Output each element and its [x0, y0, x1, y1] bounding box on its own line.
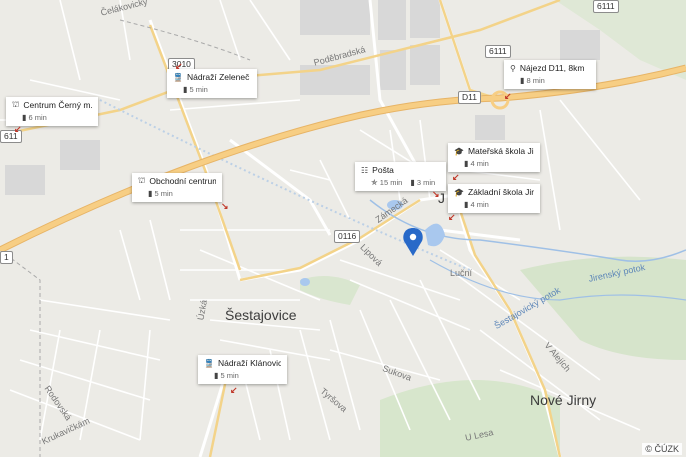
cart-icon: ⛫ [12, 100, 20, 109]
poi-card-nadrazi-zelenec[interactable]: 🚆 Nádraží Zeleneč ▮ 5 min [167, 69, 257, 98]
poi-time-walk: ✯ 15 min [371, 178, 403, 187]
poi-title: Pošta [372, 165, 394, 175]
town-label-sestajovice: Šestajovice [225, 307, 297, 323]
poi-title: Mateřská škola Ji... [467, 146, 534, 156]
poi-card-zakladni-skola[interactable]: 🎓Základní škola Jirny ▮ 4 min [448, 184, 540, 213]
poi-card-centrum-cerny-most[interactable]: ⛫ Centrum Černý m... ▮ 6 min [6, 97, 98, 126]
map-view[interactable]: Šestajovice Nové Jirny J Čelákovický Pod… [0, 0, 686, 457]
road-badge-d11: D11 [458, 91, 481, 104]
poi-card-posta[interactable]: ☷ Pošta ✯ 15 min ▮ 3 min [355, 162, 446, 191]
poi-card-obchodni-centrum[interactable]: ⛫ Obchodní centrum ▮ 5 min [132, 173, 222, 202]
school-icon: 🎓 [454, 146, 464, 156]
poi-time-car: ▮ 3 min [410, 178, 436, 187]
direction-arrow-icon: ↙ [175, 61, 183, 71]
poi-time: ▮ 8 min [520, 76, 545, 85]
post-icon: ☷ [361, 165, 369, 175]
direction-arrow-icon: ↘ [432, 189, 440, 199]
direction-arrow-icon: ↙ [230, 385, 238, 395]
car-icon: ▮ [464, 200, 469, 209]
town-label-nove-jirny: Nové Jirny [530, 392, 597, 408]
poi-card-najezd-d11[interactable]: ⚲ Nájezd D11, 8km ▮ 8 min [504, 60, 596, 89]
road-badge-6111: 6111 [485, 45, 511, 58]
poi-time: ▮ 4 min [464, 159, 489, 168]
direction-arrow-icon: ↙ [448, 212, 456, 222]
direction-arrow-icon: ↙ [504, 91, 512, 101]
poi-title: Základní škola Jirny [467, 187, 534, 197]
road-badge-0116: 0116 [334, 230, 361, 243]
copyright-notice: © ČÚZK [642, 443, 682, 455]
direction-arrow-icon: ↙ [14, 124, 22, 134]
train-icon: 🚆 [173, 72, 183, 82]
school-icon: 🎓 [454, 187, 464, 197]
poi-card-materska-skola[interactable]: 🎓 Mateřská škola Ji... ▮ 4 min [448, 143, 540, 172]
car-icon: ▮ [410, 178, 415, 187]
walk-icon: ✯ [371, 178, 378, 187]
cart-icon: ⛫ [138, 176, 146, 185]
car-icon: ▮ [214, 371, 219, 380]
poi-time: ▮ 6 min [22, 113, 47, 122]
poi-time: ▮ 4 min [464, 200, 489, 209]
street-label-lucni: Luční [450, 268, 473, 278]
location-pin-icon[interactable] [403, 228, 423, 256]
car-icon: ▮ [148, 189, 153, 198]
pin-icon: ⚲ [510, 63, 516, 73]
poi-time: ▮ 5 min [183, 85, 208, 94]
poi-title: Obchodní centrum [149, 176, 216, 186]
poi-card-nadrazi-klanovice[interactable]: 🚆 Nádraží Klánovice ▮ 5 min [198, 355, 287, 384]
car-icon: ▮ [464, 159, 469, 168]
direction-arrow-icon: ↙ [452, 172, 460, 182]
poi-time: ▮ 5 min [214, 371, 239, 380]
poi-title: Nájezd D11, 8km [519, 63, 585, 73]
road-badge-6111-top: 6111 [593, 0, 619, 13]
car-icon: ▮ [183, 85, 188, 94]
direction-arrow-icon: ↘ [221, 201, 229, 211]
poi-time: ▮ 5 min [148, 189, 173, 198]
car-icon: ▮ [520, 76, 525, 85]
car-icon: ▮ [22, 113, 27, 122]
poi-title: Nádraží Klánovice [217, 358, 281, 368]
train-icon: 🚆 [204, 358, 214, 368]
poi-title: Centrum Černý m... [23, 100, 92, 110]
poi-title: Nádraží Zeleneč [186, 72, 250, 82]
road-badge-1: 1 [0, 251, 13, 264]
